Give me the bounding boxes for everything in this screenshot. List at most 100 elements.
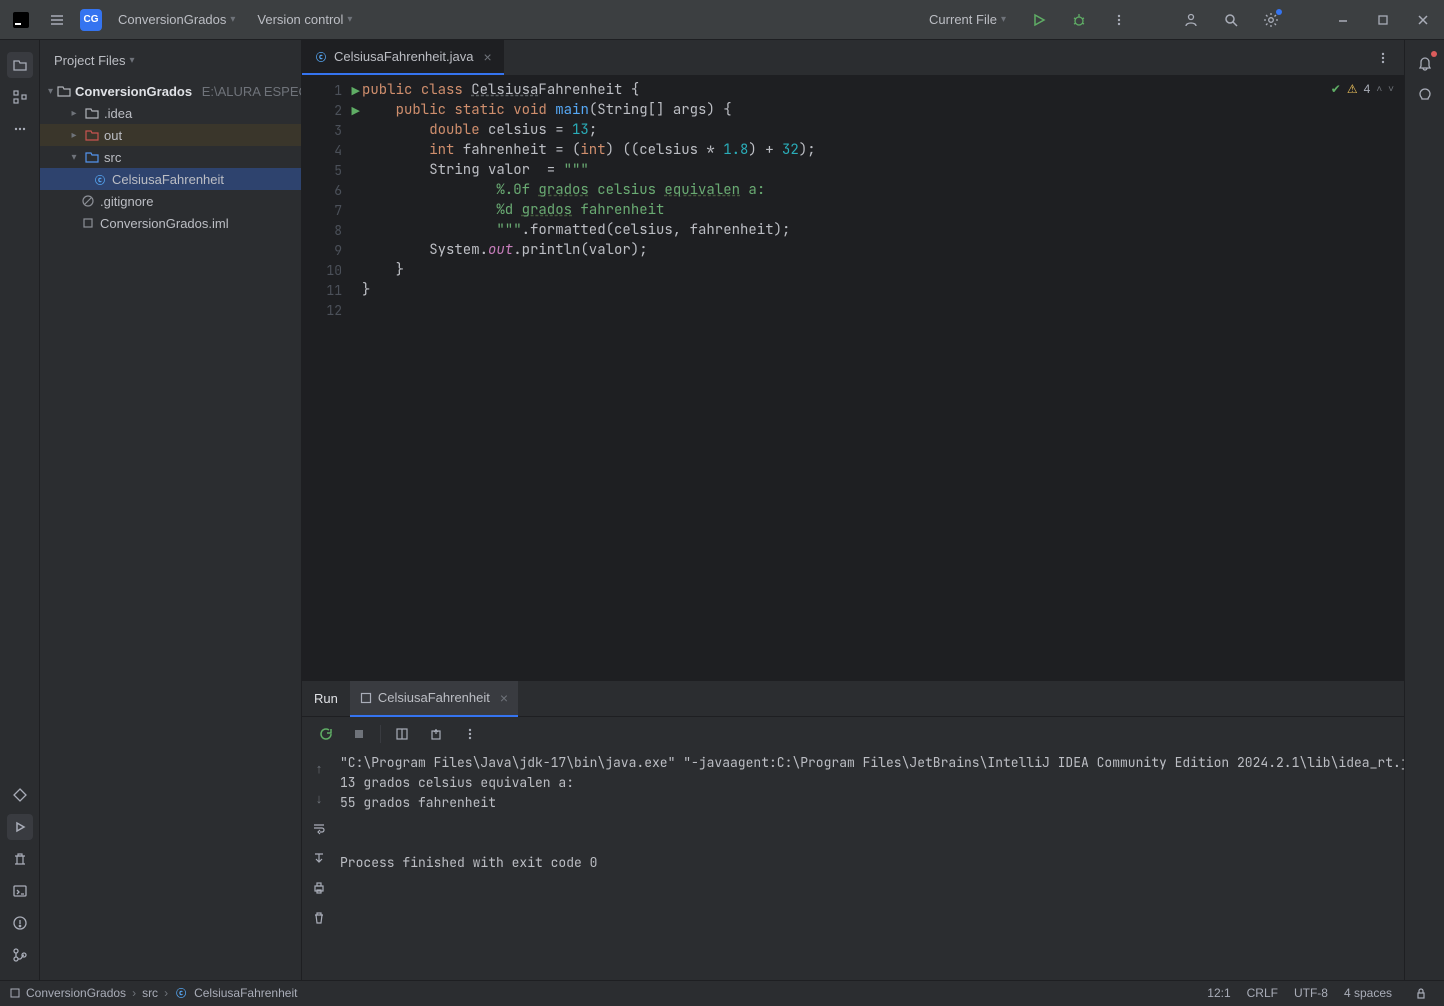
chevron-down-icon: ▾ [130, 55, 135, 66]
inspection-widget[interactable]: ✔ ⚠ 4 ˄ ˅ [1331, 82, 1394, 96]
project-selector[interactable]: ConversionGrados ▾ [112, 8, 241, 31]
breadcrumb-item[interactable]: src [142, 986, 158, 1000]
run-label: Run [314, 691, 338, 706]
code-with-me-icon[interactable] [1178, 7, 1204, 33]
folder-icon [84, 105, 100, 121]
breadcrumb-item[interactable]: CelsiusaFahrenheit [194, 986, 297, 1000]
breadcrumb-item[interactable]: ConversionGrados [26, 986, 126, 1000]
close-tab-icon[interactable]: × [483, 49, 491, 65]
build-tool-icon[interactable] [7, 846, 33, 872]
project-panel-title: Project Files [54, 53, 126, 68]
expand-arrow-icon[interactable]: ▸ [68, 130, 80, 141]
right-tool-rail [1404, 40, 1444, 980]
export-icon[interactable] [423, 721, 449, 747]
editor-tabbar: ⓒ CelsiusaFahrenheit.java × [302, 40, 1404, 76]
tree-item-idea[interactable]: ▸ .idea [40, 102, 301, 124]
tree-item-out[interactable]: ▸ out [40, 124, 301, 146]
tree-item-label: .gitignore [100, 194, 153, 209]
tree-item-class[interactable]: ⓒ CelsiusaFahrenheit [40, 168, 301, 190]
down-stack-icon[interactable]: ↓ [306, 785, 332, 811]
debug-button[interactable] [1066, 7, 1092, 33]
line-separator[interactable]: CRLF [1247, 986, 1278, 1000]
tree-item-gitignore[interactable]: .gitignore [40, 190, 301, 212]
file-icon [80, 215, 96, 231]
window-minimize-icon[interactable] [1330, 7, 1356, 33]
project-panel-header[interactable]: Project Files ▾ [40, 40, 301, 80]
chevron-right-icon: › [164, 986, 168, 1000]
main-menu-icon[interactable] [44, 7, 70, 33]
tree-item-src[interactable]: ▾ src [40, 146, 301, 168]
expand-arrow-icon[interactable]: ▸ [68, 108, 80, 119]
run-config-label: Current File [929, 12, 997, 27]
window-maximize-icon[interactable] [1370, 7, 1396, 33]
editor-tab[interactable]: ⓒ CelsiusaFahrenheit.java × [302, 40, 504, 75]
window-close-icon[interactable] [1410, 7, 1436, 33]
ai-assistant-icon[interactable] [1412, 82, 1438, 108]
folder-icon [84, 127, 100, 143]
project-badge: CG [80, 9, 102, 31]
notifications-icon[interactable] [1412, 50, 1438, 76]
more-tools-icon[interactable] [7, 116, 33, 142]
print-icon[interactable] [306, 875, 332, 901]
status-bar: ConversionGrados › src › ⓒ CelsiusaFahre… [0, 980, 1444, 1004]
run-tool-icon[interactable] [7, 814, 33, 840]
stop-icon[interactable] [346, 721, 372, 747]
breadcrumbs[interactable]: ConversionGrados › src › ⓒ CelsiusaFahre… [10, 986, 297, 1000]
settings-icon[interactable] [1258, 7, 1284, 33]
cursor-position[interactable]: 12:1 [1207, 986, 1230, 1000]
class-icon: ⓒ [174, 986, 188, 1000]
code-editor[interactable]: 1▶2▶3456789101112 public class CelsiusaF… [302, 76, 1404, 680]
readonly-lock-icon[interactable] [1408, 980, 1434, 1006]
tree-item-label: src [104, 150, 121, 165]
project-folder-icon [57, 83, 71, 99]
run-tab[interactable]: CelsiusaFahrenheit × [350, 681, 518, 717]
close-tab-icon[interactable]: × [500, 690, 508, 706]
titlebar: CG ConversionGrados ▾ Version control ▾ … [0, 0, 1444, 40]
layout-icon[interactable] [389, 721, 415, 747]
tree-item-iml[interactable]: ConversionGrados.iml [40, 212, 301, 234]
rerun-icon[interactable] [312, 721, 338, 747]
tree-root[interactable]: ▾ ConversionGrados E:\ALURA ESPECIA [40, 80, 301, 102]
editor-tab-label: CelsiusaFahrenheit.java [334, 49, 473, 64]
scroll-end-icon[interactable] [306, 845, 332, 871]
clear-icon[interactable] [306, 905, 332, 931]
check-icon: ✔ [1331, 82, 1341, 96]
soft-wrap-icon[interactable] [306, 815, 332, 841]
console-rail: ↑ ↓ [302, 751, 336, 980]
run-config-selector[interactable]: Current File ▾ [923, 8, 1012, 31]
run-button[interactable] [1026, 7, 1052, 33]
search-icon[interactable] [1218, 7, 1244, 33]
project-panel: Project Files ▾ ▾ ConversionGrados E:\AL… [40, 40, 302, 980]
chevron-up-icon[interactable]: ˄ [1376, 84, 1382, 95]
more-icon[interactable] [457, 721, 483, 747]
class-icon: ⓒ [92, 171, 108, 187]
tree-item-label: CelsiusaFahrenheit [112, 172, 224, 187]
version-control-menu[interactable]: Version control ▾ [251, 8, 358, 31]
chevron-down-icon: ▾ [347, 14, 352, 25]
project-tool-icon[interactable] [7, 52, 33, 78]
version-control-label: Version control [257, 12, 343, 27]
expand-arrow-icon[interactable]: ▾ [68, 152, 80, 163]
tree-root-label: ConversionGrados E:\ALURA ESPECIA [75, 84, 301, 99]
chevron-down-icon: ▾ [1001, 14, 1006, 25]
run-tab-label: CelsiusaFahrenheit [378, 690, 490, 705]
project-tree[interactable]: ▾ ConversionGrados E:\ALURA ESPECIA ▸ .i… [40, 80, 301, 980]
up-stack-icon[interactable]: ↑ [306, 755, 332, 781]
editor-more-icon[interactable] [1370, 45, 1396, 71]
console-output[interactable]: "C:\Program Files\Java\jdk-17\bin\java.e… [336, 751, 1404, 980]
problems-tool-icon[interactable] [7, 910, 33, 936]
chevron-down-icon[interactable]: ˅ [1388, 84, 1394, 95]
tree-item-label: .idea [104, 106, 132, 121]
more-actions-icon[interactable] [1106, 7, 1132, 33]
indent-setting[interactable]: 4 spaces [1344, 986, 1392, 1000]
gutter: 1▶2▶3456789101112 [302, 76, 362, 680]
expand-arrow-icon[interactable]: ▾ [48, 86, 53, 97]
left-tool-rail [0, 40, 40, 980]
services-tool-icon[interactable] [7, 782, 33, 808]
intellij-logo-icon[interactable] [8, 7, 34, 33]
terminal-tool-icon[interactable] [7, 878, 33, 904]
file-encoding[interactable]: UTF-8 [1294, 986, 1328, 1000]
code-content[interactable]: public class CelsiusaFahrenheit { public… [362, 76, 1404, 680]
vcs-tool-icon[interactable] [7, 942, 33, 968]
structure-tool-icon[interactable] [7, 84, 33, 110]
